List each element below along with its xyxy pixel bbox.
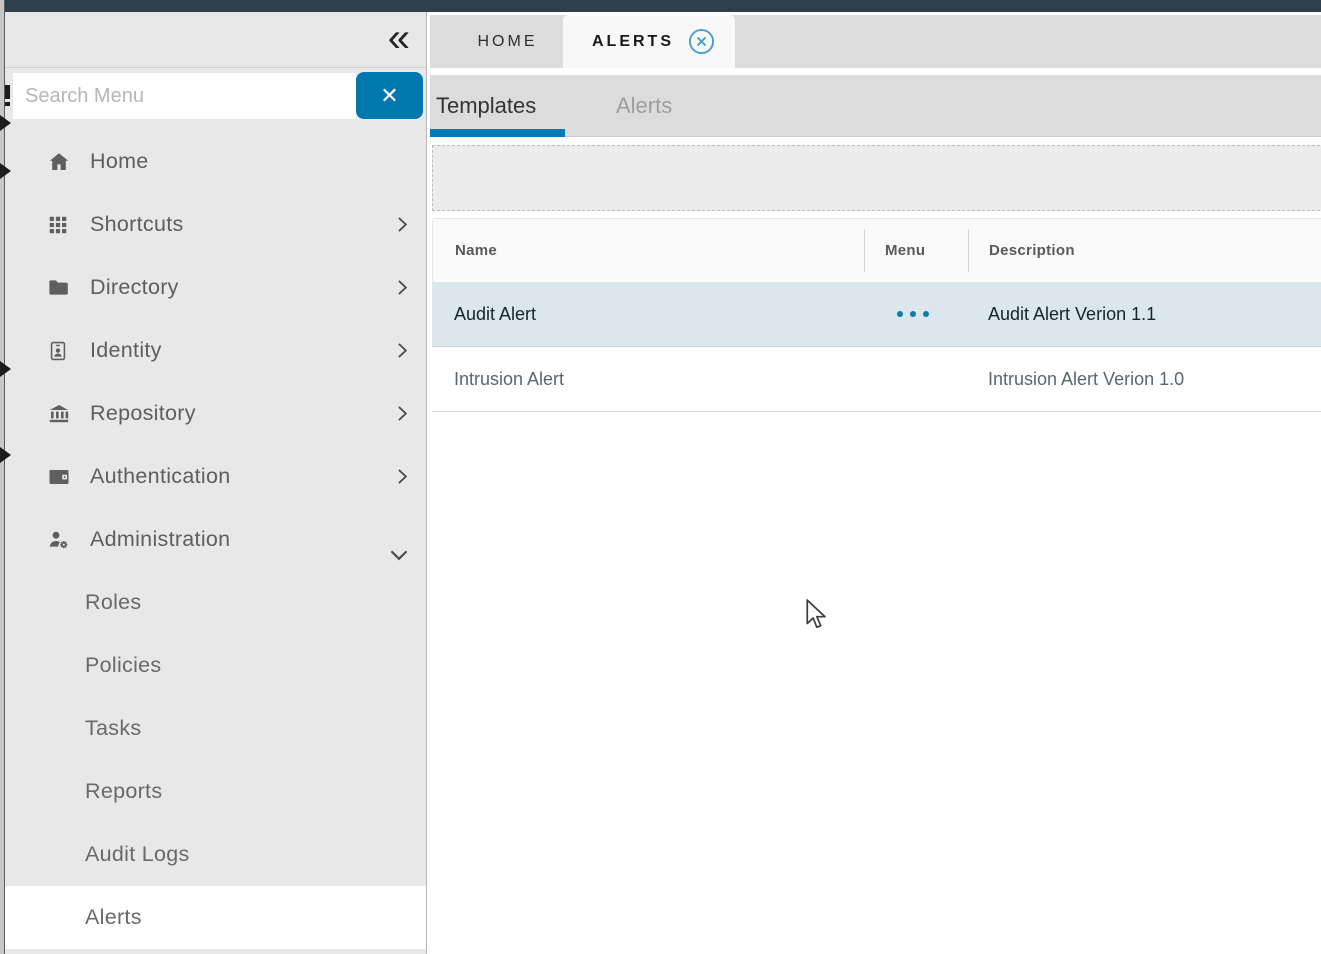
- close-circle-icon: [688, 28, 715, 55]
- tab-alerts[interactable]: ALERTS: [563, 15, 735, 68]
- sidebar-item-label: Alerts: [85, 905, 142, 930]
- chevron-right-icon: [391, 277, 412, 298]
- sidebar-item-label: Administration: [90, 527, 230, 552]
- tab-templates[interactable]: Templates: [436, 75, 536, 136]
- sidebar-item-repository[interactable]: Repository: [5, 382, 426, 445]
- tab-close-button[interactable]: [688, 28, 715, 55]
- chevron-right-icon: [391, 466, 412, 487]
- sidebar-menu: Home Shortcuts Di: [5, 130, 426, 949]
- tab-home-label: HOME: [478, 33, 538, 51]
- tab-templates-label: Templates: [436, 93, 536, 119]
- window-tab-bar: HOME ALERTS: [430, 15, 1321, 68]
- sidebar-item-directory[interactable]: Directory: [5, 256, 426, 319]
- sidebar-item-label: Home: [90, 149, 149, 174]
- id-card-icon: [47, 340, 73, 362]
- cell-description: Audit Alert Verion 1.1: [965, 304, 1321, 325]
- sidebar-item-authentication[interactable]: Authentication: [5, 445, 426, 508]
- tab-alerts-label: ALERTS: [592, 33, 674, 51]
- sidebar-item-label: Reports: [85, 779, 162, 804]
- sidebar-item-administration[interactable]: Administration: [5, 508, 426, 571]
- table-row-audit-alert[interactable]: Audit Alert Audit Alert Verion 1.1: [432, 282, 1321, 347]
- active-tab-underline: [430, 129, 565, 137]
- tab-alerts-sub[interactable]: Alerts: [616, 75, 672, 136]
- window-edge-artifact: [5, 85, 10, 99]
- chevron-right-icon: [391, 403, 412, 424]
- search-clear-button[interactable]: ✕: [356, 72, 423, 119]
- sidebar-item-reports[interactable]: Reports: [5, 760, 426, 823]
- cell-menu: [861, 305, 965, 323]
- chevron-down-icon: [386, 542, 412, 568]
- column-header-name: Name: [433, 242, 862, 259]
- cell-description: Intrusion Alert Verion 1.0: [965, 369, 1321, 390]
- tab-home[interactable]: HOME: [450, 15, 565, 68]
- underlying-window-edge: [0, 0, 5, 954]
- column-header-description: Description: [966, 242, 1321, 259]
- table-header-row: Name Menu Description: [432, 218, 1321, 282]
- cell-name: Intrusion Alert: [432, 369, 861, 390]
- sidebar-header: «: [5, 12, 426, 68]
- sidebar-item-label: Policies: [85, 653, 162, 678]
- sidebar-item-label: Tasks: [85, 716, 141, 741]
- column-divider: [864, 229, 865, 272]
- app-window: « ✕ Home Shortcuts: [0, 0, 1321, 954]
- sidebar-item-policies[interactable]: Policies: [5, 634, 426, 697]
- sidebar-search-row: ✕: [5, 68, 426, 131]
- sidebar-item-label: Roles: [85, 590, 141, 615]
- home-icon: [47, 150, 73, 174]
- sidebar-item-home[interactable]: Home: [5, 130, 426, 193]
- sidebar-item-audit-logs[interactable]: Audit Logs: [5, 823, 426, 886]
- user-gear-icon: [47, 528, 73, 552]
- chevron-right-icon: [391, 340, 412, 361]
- window-edge-artifact: [5, 102, 10, 106]
- navigation-sidebar: « ✕ Home Shortcuts: [5, 12, 427, 954]
- sidebar-item-alerts[interactable]: Alerts: [5, 886, 426, 949]
- bank-icon: [47, 402, 73, 426]
- sidebar-item-tasks[interactable]: Tasks: [5, 697, 426, 760]
- wallet-icon: [47, 465, 73, 489]
- folder-icon: [47, 276, 73, 299]
- sidebar-collapse-button[interactable]: «: [388, 14, 410, 62]
- sidebar-item-shortcuts[interactable]: Shortcuts: [5, 193, 426, 256]
- table-row-intrusion-alert[interactable]: Intrusion Alert Intrusion Alert Verion 1…: [432, 347, 1321, 412]
- grid-icon: [47, 214, 73, 236]
- sidebar-item-roles[interactable]: Roles: [5, 571, 426, 634]
- sidebar-item-label: Directory: [90, 275, 179, 300]
- sub-tab-bar: Templates Alerts: [430, 75, 1321, 137]
- column-header-menu: Menu: [862, 242, 966, 259]
- tab-alerts-sub-label: Alerts: [616, 93, 672, 119]
- sidebar-item-label: Repository: [90, 401, 196, 426]
- search-input[interactable]: [13, 73, 356, 119]
- empty-toolbar-panel: [432, 145, 1321, 211]
- sidebar-item-label: Audit Logs: [85, 842, 190, 867]
- chevron-right-icon: [391, 214, 412, 235]
- column-divider: [968, 229, 969, 272]
- ellipsis-icon[interactable]: [891, 305, 935, 323]
- sidebar-item-identity[interactable]: Identity: [5, 319, 426, 382]
- sidebar-item-label: Authentication: [90, 464, 230, 489]
- cell-name: Audit Alert: [432, 304, 861, 325]
- templates-table: Name Menu Description Audit Alert Audit …: [432, 218, 1321, 412]
- sidebar-item-label: Identity: [90, 338, 162, 363]
- sidebar-item-label: Shortcuts: [90, 212, 184, 237]
- app-header-bar: [5, 0, 1321, 12]
- main-content: HOME ALERTS Templates: [428, 12, 1321, 954]
